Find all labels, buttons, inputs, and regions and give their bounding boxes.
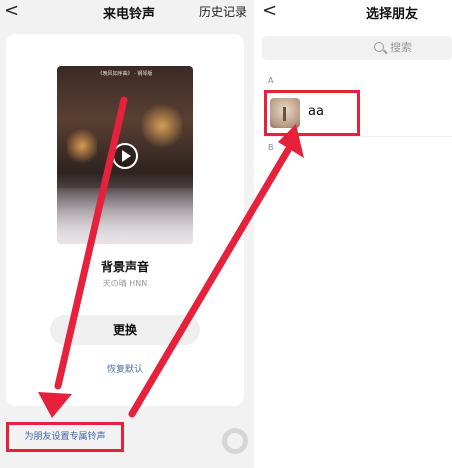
cover-caption: 《晚风如序曲》 · 钢琴版 xyxy=(97,71,153,77)
list-divider xyxy=(264,136,452,137)
select-friend-screen: < 选择朋友 A aa B xyxy=(258,0,452,468)
section-header-b: B xyxy=(268,143,274,152)
play-icon[interactable] xyxy=(112,143,138,169)
ringtone-top-bar: < 来电铃声 历史记录 xyxy=(0,0,254,24)
restore-default-link[interactable]: 恢复默认 xyxy=(6,362,244,375)
cover-light-left xyxy=(67,126,97,166)
ringtone-cover-image[interactable]: 《晚风如序曲》 · 钢琴版 xyxy=(57,66,193,244)
search-input[interactable] xyxy=(390,41,440,54)
back-icon[interactable]: < xyxy=(4,1,19,21)
section-header-a: A xyxy=(268,76,274,85)
cover-snow xyxy=(57,188,193,244)
history-link[interactable]: 历史记录 xyxy=(199,3,247,20)
cover-light-right xyxy=(142,101,182,151)
artist-name: 天の晴 HNN xyxy=(102,279,148,288)
contact-highlight-box xyxy=(264,90,360,136)
change-button[interactable]: 更换 xyxy=(50,315,200,345)
set-friend-ringtone-link[interactable]: 为朋友设置专属铃声 xyxy=(6,422,124,452)
song-title: 背景声音 xyxy=(100,260,149,274)
select-friend-top-bar: < 选择朋友 xyxy=(258,0,452,24)
search-bar[interactable] xyxy=(262,36,452,60)
ringtone-card: 《晚风如序曲》 · 钢琴版 背景声音 天の晴 HNN 更换 恢复默认 xyxy=(6,34,244,406)
page-title: 选择朋友 xyxy=(366,7,419,22)
ringtone-screen: < 来电铃声 历史记录 《晚风如序曲》 · 钢琴版 背景声音 天の晴 HNN 更… xyxy=(0,0,254,468)
back-icon[interactable]: < xyxy=(262,1,277,21)
page-title: 来电铃声 xyxy=(103,7,156,22)
search-icon xyxy=(374,42,384,52)
watermark-logo xyxy=(222,428,248,454)
